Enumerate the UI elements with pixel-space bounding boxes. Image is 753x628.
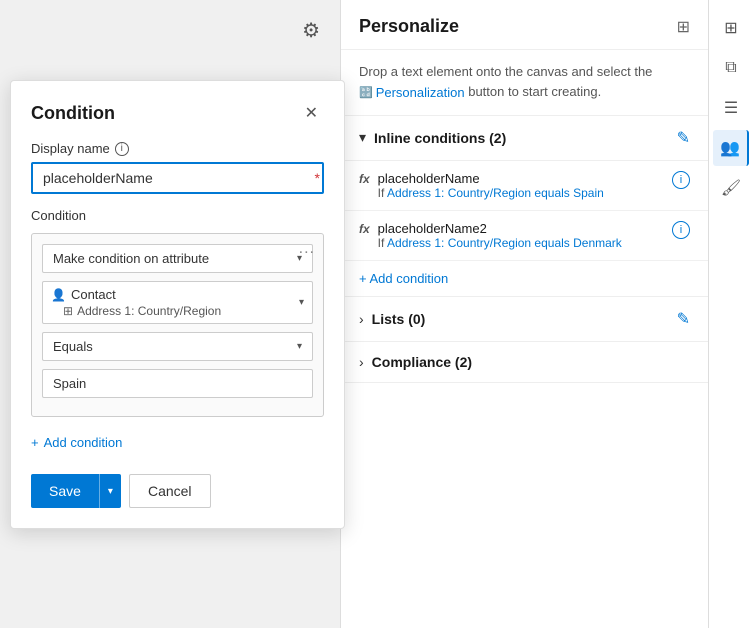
gear-icon[interactable]: ⚙ — [302, 18, 320, 43]
contact-sub: ⊞ Address 1: Country/Region — [63, 304, 221, 318]
lists-title: Lists (0) — [372, 311, 426, 327]
cancel-button[interactable]: Cancel — [129, 474, 211, 508]
save-button-group: Save ▾ — [31, 474, 121, 508]
display-name-label: Display name i — [31, 141, 324, 156]
condition-type-label: Make condition on attribute — [53, 251, 209, 266]
field-icon: ⊞ — [63, 304, 73, 318]
modal-title: Condition — [31, 103, 115, 124]
add-condition-plus-icon: + — [31, 435, 39, 450]
right-content: ▾ Inline conditions (2) ✎ fx placeholder… — [341, 116, 708, 628]
icon-bar-people-button[interactable]: 👥 — [713, 130, 749, 166]
save-button[interactable]: Save — [31, 474, 99, 508]
condition-desc-1: If Address 1: Country/Region equals Spai… — [378, 186, 604, 200]
person-icon: 👤 — [51, 288, 66, 302]
icon-bar-add-button[interactable]: ⊞ — [713, 10, 749, 46]
condition-link-1[interactable]: Address 1: Country/Region equals Spain — [387, 186, 604, 200]
contact-top: 👤 Contact — [51, 287, 221, 302]
modal-footer: Save ▾ Cancel — [31, 474, 324, 508]
condition-desc-2: If Address 1: Country/Region equals Denm… — [378, 236, 622, 250]
right-panel: Personalize ⊞ Drop a text element onto t… — [340, 0, 708, 628]
personalization-icon: 🔡 — [359, 85, 373, 102]
left-background: ⚙ Condition ✕ Display name i * Condition… — [0, 0, 340, 628]
icon-bar-brush-button[interactable]: 🖌 — [713, 170, 749, 206]
fx-badge-2: fx — [359, 222, 370, 236]
address-label: Address 1: Country/Region — [77, 304, 221, 318]
condition-item-1-left: fx placeholderName If Address 1: Country… — [359, 171, 604, 200]
lists-left: › Lists (0) — [359, 311, 425, 327]
contact-chevron: ▾ — [299, 297, 304, 308]
condition-link-2[interactable]: Address 1: Country/Region equals Denmark — [387, 236, 622, 250]
fx-badge-1: fx — [359, 172, 370, 186]
lists-header[interactable]: › Lists (0) ✎ — [341, 297, 708, 342]
contact-label: Contact — [71, 287, 116, 302]
condition-item-2-left: fx placeholderName2 If Address 1: Countr… — [359, 221, 622, 250]
condition-item-2-content: placeholderName2 If Address 1: Country/R… — [378, 221, 622, 250]
contact-main: 👤 Contact ⊞ Address 1: Country/Region ▾ — [51, 287, 304, 318]
required-star: * — [315, 170, 320, 186]
equals-label: Equals — [53, 339, 93, 354]
save-dropdown-button[interactable]: ▾ — [99, 474, 121, 508]
add-condition-button[interactable]: + Add condition — [31, 431, 122, 454]
contact-address-dropdown[interactable]: 👤 Contact ⊞ Address 1: Country/Region ▾ — [42, 281, 313, 324]
compliance-title: Compliance (2) — [372, 354, 472, 370]
condition-info-1[interactable]: i — [672, 171, 690, 189]
lists-edit-icon[interactable]: ✎ — [677, 309, 690, 329]
three-dots-menu[interactable]: ... — [299, 240, 315, 258]
inline-conditions-title: Inline conditions (2) — [374, 130, 506, 146]
icon-bar-list-button[interactable]: ☰ — [713, 90, 749, 126]
add-condition-right-button[interactable]: + Add condition — [359, 271, 448, 286]
inline-conditions-left: ▾ Inline conditions (2) — [359, 129, 506, 146]
condition-item-1-content: placeholderName If Address 1: Country/Re… — [378, 171, 604, 200]
right-panel-header: Personalize ⊞ — [341, 0, 708, 50]
personalization-text: Personalization — [376, 83, 465, 103]
close-button[interactable]: ✕ — [299, 101, 324, 125]
condition-item-1: fx placeholderName If Address 1: Country… — [341, 161, 708, 211]
condition-type-dropdown[interactable]: Make condition on attribute ▾ — [42, 244, 313, 273]
value-input[interactable] — [42, 369, 313, 398]
right-description: Drop a text element onto the canvas and … — [341, 50, 708, 116]
condition-name-2: placeholderName2 — [378, 221, 622, 236]
add-condition-label: Add condition — [44, 435, 123, 450]
contact-label-group: 👤 Contact ⊞ Address 1: Country/Region — [51, 287, 221, 318]
compliance-left: › Compliance (2) — [359, 354, 472, 370]
inline-conditions-header[interactable]: ▾ Inline conditions (2) ✎ — [341, 116, 708, 161]
modal-header: Condition ✕ — [31, 101, 324, 125]
equals-dropdown[interactable]: Equals ▾ — [42, 332, 313, 361]
right-panel-header-icon[interactable]: ⊞ — [677, 17, 690, 37]
inline-conditions-chevron: ▾ — [359, 129, 366, 146]
inline-conditions-edit-icon[interactable]: ✎ — [677, 128, 690, 148]
display-name-input[interactable] — [31, 162, 324, 194]
add-condition-right-wrapper: + Add condition — [341, 261, 708, 297]
equals-chevron: ▾ — [297, 341, 302, 352]
condition-info-2[interactable]: i — [672, 221, 690, 239]
condition-modal: Condition ✕ Display name i * Condition .… — [10, 80, 345, 529]
display-name-wrapper: * — [31, 162, 324, 194]
condition-box: ... Make condition on attribute ▾ 👤 Cont… — [31, 233, 324, 417]
display-name-info-icon[interactable]: i — [115, 142, 129, 156]
lists-chevron: › — [359, 311, 364, 327]
description-text: Drop a text element onto the canvas and … — [359, 64, 652, 79]
description-suffix: button to start creating. — [468, 84, 601, 99]
condition-name-1: placeholderName — [378, 171, 604, 186]
icon-bar-flow-button[interactable]: ⧉ — [713, 50, 749, 86]
right-panel-title: Personalize — [359, 16, 459, 37]
icon-bar: ⊞ ⧉ ☰ 👥 🖌 — [708, 0, 753, 628]
compliance-header[interactable]: › Compliance (2) — [341, 342, 708, 383]
condition-section-label: Condition — [31, 208, 324, 223]
compliance-chevron: › — [359, 354, 364, 370]
condition-item-2: fx placeholderName2 If Address 1: Countr… — [341, 211, 708, 261]
